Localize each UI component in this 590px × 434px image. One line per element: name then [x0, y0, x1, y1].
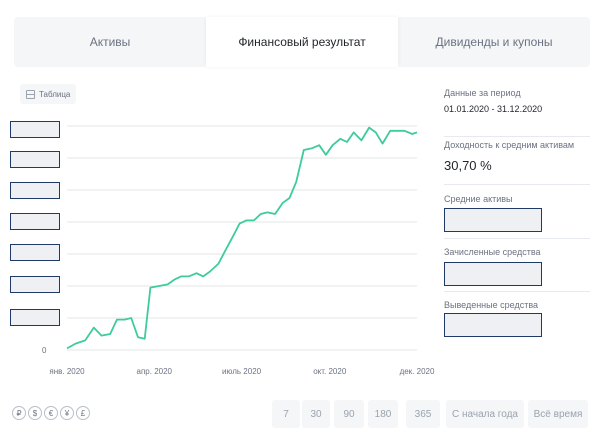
- y-axis-label-masked: [10, 121, 60, 138]
- period-all-time-button[interactable]: Всё время: [528, 400, 588, 428]
- currency-gbp-button[interactable]: £: [76, 406, 90, 420]
- y-axis-label-masked: [10, 244, 60, 261]
- x-tick-label: июль 2020: [222, 367, 262, 376]
- withdrawn-value-masked: [444, 313, 542, 337]
- y-axis-label-masked: [10, 309, 60, 326]
- table-icon: [26, 89, 35, 99]
- currency-jpy-button[interactable]: ¥: [60, 406, 74, 420]
- credited-value-masked: [444, 262, 542, 286]
- currency-usd-button[interactable]: $: [28, 406, 42, 420]
- period-30-button[interactable]: 30: [302, 400, 330, 428]
- credited-label: Зачисленные средства: [444, 247, 541, 257]
- period-label: Данные за период: [444, 88, 521, 98]
- avg-assets-label: Средние активы: [444, 194, 513, 204]
- x-tick-label: апр. 2020: [137, 367, 173, 376]
- tab-assets[interactable]: Активы: [14, 17, 206, 67]
- tab-bar: Активы Финансовый результат Дивиденды и …: [14, 17, 590, 67]
- table-view-button[interactable]: Таблица: [20, 84, 77, 104]
- y-axis-label-masked: [10, 276, 60, 293]
- tab-financial-result[interactable]: Финансовый результат: [206, 17, 398, 67]
- tab-dividends-coupons[interactable]: Дивиденды и купоны: [398, 17, 590, 67]
- return-label: Доходность к средним активам: [444, 140, 575, 150]
- withdrawn-label: Выведенные средства: [444, 300, 539, 310]
- avg-assets-value-masked: [444, 208, 542, 232]
- period-value: 01.01.2020 - 31.12.2020: [444, 104, 543, 114]
- period-block: Данные за период 01.01.2020 - 31.12.2020: [444, 88, 590, 137]
- period-ytd-button[interactable]: С начала года: [446, 400, 524, 428]
- x-tick-label: окт. 2020: [313, 367, 347, 376]
- return-block: Доходность к средним активам 30,70 %: [444, 140, 590, 185]
- financial-result-chart: 0 янв. 2020 апр. 2020 июль 2020 окт. 2020 дек…: [42, 125, 435, 376]
- currency-rub-button[interactable]: ₽: [12, 406, 26, 420]
- currency-eur-button[interactable]: €: [44, 406, 58, 420]
- y-tick-label: 0: [42, 346, 47, 355]
- bottom-controls: ₽ $ € ¥ £ 7 30 90 180 365 С начала года …: [0, 398, 590, 432]
- y-axis-label-masked: [10, 151, 60, 168]
- period-365-button[interactable]: 365: [406, 400, 440, 428]
- period-7-button[interactable]: 7: [272, 400, 300, 428]
- x-tick-label: дек. 2020: [400, 367, 435, 376]
- series-line[interactable]: [66, 126, 418, 350]
- y-axis-label-masked: [10, 213, 60, 230]
- x-tick-label: янв. 2020: [49, 367, 85, 376]
- period-180-button[interactable]: 180: [368, 400, 398, 428]
- table-view-label: Таблица: [39, 89, 71, 99]
- period-90-button[interactable]: 90: [334, 400, 364, 428]
- y-axis-label-masked: [10, 182, 60, 199]
- return-value: 30,70 %: [444, 158, 492, 173]
